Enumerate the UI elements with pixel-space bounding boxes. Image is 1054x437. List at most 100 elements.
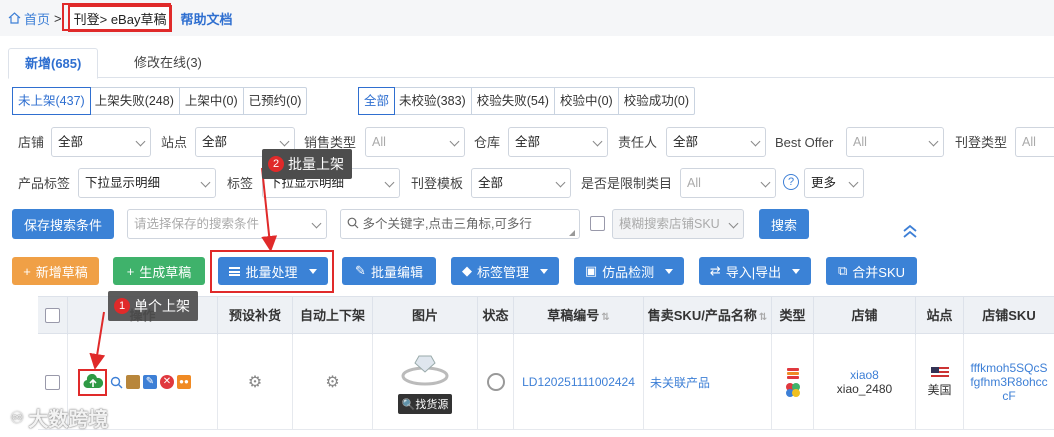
sale-type-select[interactable]: All bbox=[365, 127, 465, 157]
filter-checking[interactable]: 校验中(0) bbox=[555, 88, 619, 114]
filter-unlisted[interactable]: 未上架(437) bbox=[12, 87, 91, 115]
col-store: 店铺 bbox=[814, 297, 916, 335]
col-image: 图片 bbox=[373, 297, 478, 335]
callout-batch-listing: 2 批量上架 bbox=[262, 149, 352, 179]
draft-no-link[interactable]: LD120251111002424 bbox=[514, 335, 644, 430]
owner-label: 责任人 bbox=[618, 135, 658, 150]
store-name-link[interactable]: xiao8 bbox=[850, 368, 879, 382]
preset-restock-cell: ⚙ bbox=[218, 335, 293, 430]
callout-single-listing: 1 单个上架 bbox=[108, 291, 198, 321]
filter-check-failed[interactable]: 校验失败(54) bbox=[472, 88, 555, 114]
counterfeit-check-button[interactable]: ▣ 仿品检测 bbox=[574, 257, 684, 285]
save-search-button[interactable]: 保存搜索条件 bbox=[12, 209, 114, 239]
col-sku[interactable]: 售卖SKU/产品名称 ⇅ bbox=[644, 297, 772, 335]
plus-icon: + bbox=[23, 263, 31, 279]
import-export-button[interactable]: ⇄ 导入|导出 bbox=[699, 257, 811, 285]
site-label: 站点 bbox=[161, 135, 188, 150]
collapse-icon[interactable] bbox=[902, 224, 918, 238]
col-draft-no[interactable]: 草稿编号 ⇅ bbox=[514, 297, 644, 335]
filter-unchecked[interactable]: 未校验(383) bbox=[394, 88, 472, 114]
col-status: 状态 bbox=[478, 297, 514, 335]
batch-process-button[interactable]: 批量处理 bbox=[218, 257, 328, 285]
filter-scheduled[interactable]: 已预约(0) bbox=[244, 88, 307, 114]
tab-new[interactable]: 新增(685) bbox=[8, 48, 99, 79]
col-store-sku: 店铺SKU bbox=[982, 308, 1036, 323]
check-status-filter: 全部 未校验(383) 校验失败(54) 校验中(0) 校验成功(0) bbox=[358, 87, 695, 115]
gear-icon[interactable]: ⚙ bbox=[248, 372, 262, 392]
tab-modify-online[interactable]: 修改在线(3) bbox=[118, 48, 218, 79]
store-select[interactable]: 全部 bbox=[51, 127, 151, 157]
more-select[interactable]: 更多 bbox=[804, 168, 864, 198]
add-draft-button[interactable]: + 新增草稿 bbox=[12, 257, 99, 285]
sku-link[interactable]: 未关联产品 bbox=[644, 335, 772, 430]
help-icon[interactable]: ? bbox=[783, 174, 799, 190]
status-cell bbox=[478, 335, 514, 430]
col-type: 类型 bbox=[772, 297, 814, 335]
filter-listing[interactable]: 上架中(0) bbox=[180, 88, 244, 114]
chevron-down-icon bbox=[665, 268, 674, 274]
fuzzy-search-checkbox[interactable] bbox=[590, 216, 605, 231]
store-cell: xiao8 xiao_2480 bbox=[814, 335, 916, 430]
restricted-select[interactable]: All bbox=[680, 168, 776, 198]
restricted-label: 是否是限制类目 bbox=[581, 176, 673, 191]
more-icon[interactable]: ●● bbox=[177, 375, 191, 389]
watermark: ♾ 大数跨境 bbox=[10, 409, 109, 431]
swap-icon: ⇄ bbox=[709, 263, 721, 278]
warehouse-select[interactable]: 全部 bbox=[508, 127, 608, 157]
col-site: 站点 bbox=[916, 297, 964, 335]
product-image[interactable] bbox=[397, 350, 453, 388]
store-sku-link[interactable]: fffkmoh5SQcSfgfhm3R8ohcccF bbox=[964, 335, 1054, 430]
merge-icon: ⧉ bbox=[837, 263, 848, 278]
tag-icon: ◆ bbox=[461, 263, 472, 278]
search-icon[interactable] bbox=[110, 376, 123, 389]
tag-manage-button[interactable]: ◆ 标签管理 bbox=[451, 257, 559, 285]
breadcrumb-home[interactable]: 首页 bbox=[8, 9, 50, 28]
home-icon bbox=[8, 12, 21, 24]
product-tag-select[interactable]: 下拉显示明细 bbox=[78, 168, 216, 198]
batch-edit-button[interactable]: ✎ 批量编辑 bbox=[342, 257, 436, 285]
watermark-logo-icon: ♾ bbox=[10, 409, 25, 427]
site-name: 美国 bbox=[927, 382, 952, 397]
owner-select[interactable]: 全部 bbox=[666, 127, 766, 157]
generate-draft-button[interactable]: + 生成草稿 bbox=[113, 257, 205, 285]
product-tag-label: 产品标签 bbox=[18, 176, 71, 191]
filter-check-all[interactable]: 全部 bbox=[358, 87, 396, 115]
breadcrumb-highlight-box bbox=[62, 3, 171, 31]
chevron-down-icon bbox=[792, 268, 801, 274]
status-circle-icon bbox=[486, 373, 505, 391]
warehouse-label: 仓库 bbox=[474, 135, 501, 150]
help-docs-link[interactable]: 帮助文档 bbox=[180, 9, 232, 28]
saved-search-select[interactable]: 请选择保存的搜索条件 bbox=[127, 209, 327, 239]
row-checkbox[interactable] bbox=[45, 374, 60, 390]
tab-bar: 新增(685) 修改在线(3) bbox=[8, 48, 1054, 79]
find-source-button[interactable]: 🔍找货源 bbox=[397, 394, 453, 414]
listing-type-label: 刊登类型 bbox=[955, 135, 1008, 150]
best-offer-select[interactable]: All bbox=[846, 127, 944, 157]
search-button[interactable]: 搜索 bbox=[759, 209, 809, 239]
multiline-triangle-icon[interactable] bbox=[569, 230, 575, 236]
select-all-checkbox[interactable] bbox=[45, 308, 60, 323]
gear-icon[interactable]: ⚙ bbox=[325, 372, 339, 392]
edit-icon[interactable]: ✎ bbox=[143, 375, 157, 389]
keyword-search-input[interactable]: 多个关键字,点击三角标,可多行 bbox=[340, 209, 580, 239]
image-cell: 🔍找货源 bbox=[373, 335, 478, 430]
fuzzy-search-select[interactable]: 模糊搜索店铺SKU bbox=[612, 209, 744, 239]
template-select[interactable]: 全部 bbox=[471, 168, 571, 198]
filter-check-success[interactable]: 校验成功(0) bbox=[619, 88, 694, 114]
check-doc-icon: ▣ bbox=[584, 263, 598, 278]
us-flag-icon bbox=[930, 366, 949, 379]
site-cell: 美国 bbox=[916, 335, 964, 430]
list-icon bbox=[229, 266, 241, 276]
search-icon bbox=[347, 217, 359, 229]
listing-type-select[interactable]: All bbox=[1015, 127, 1054, 157]
copy-icon[interactable] bbox=[126, 375, 140, 389]
sort-icon: ⇅ bbox=[758, 312, 768, 323]
filter-list-failed[interactable]: 上架失败(248) bbox=[90, 88, 180, 114]
best-offer-label: Best Offer bbox=[775, 135, 834, 150]
col-preset-restock: 预设补货 bbox=[218, 297, 293, 335]
listing-status-filter: 未上架(437) 上架失败(248) 上架中(0) 已预约(0) bbox=[12, 87, 308, 115]
delete-icon[interactable]: ✕ bbox=[160, 375, 174, 389]
upload-icon[interactable] bbox=[78, 368, 107, 396]
merge-sku-button[interactable]: ⧉ 合并SKU bbox=[826, 257, 917, 285]
col-auto-listing: 自动上下架 bbox=[293, 297, 373, 335]
